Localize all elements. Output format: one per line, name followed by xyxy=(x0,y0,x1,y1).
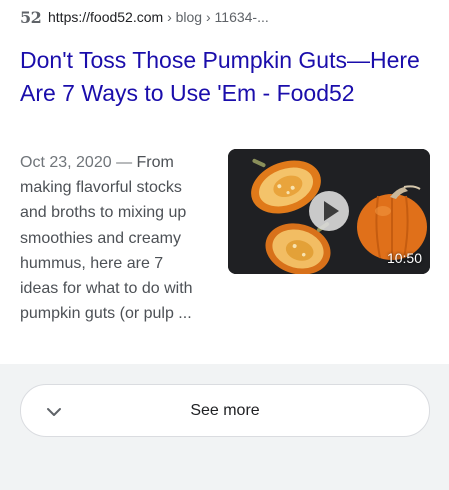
result-source[interactable]: 52 https://food52.com › blog › 11634-... xyxy=(20,7,269,27)
result-snippet: Oct 23, 2020 — From making flavorful sto… xyxy=(20,150,205,326)
food52-favicon: 52 xyxy=(20,7,42,27)
play-icon[interactable] xyxy=(309,191,349,231)
chevron-down-icon xyxy=(47,408,61,416)
snippet-text: From making flavorful stocks and broths … xyxy=(20,154,193,323)
snippet-separator: — xyxy=(111,154,137,171)
result-url[interactable]: https://food52.com › blog › 11634-... xyxy=(48,9,269,25)
result-title-link[interactable]: Don't Toss Those Pumpkin Guts—Here Are 7… xyxy=(20,44,420,110)
search-result-card: 52 https://food52.com › blog › 11634-...… xyxy=(0,0,449,364)
url-domain: https://food52.com xyxy=(48,9,164,25)
see-more-button[interactable]: See more xyxy=(20,384,430,437)
video-thumbnail[interactable]: 10:50 xyxy=(228,149,430,274)
snippet-date: Oct 23, 2020 xyxy=(20,154,112,171)
url-path: › blog › 11634-... xyxy=(163,9,269,25)
video-duration: 10:50 xyxy=(386,250,422,266)
see-more-label: See more xyxy=(190,401,260,419)
